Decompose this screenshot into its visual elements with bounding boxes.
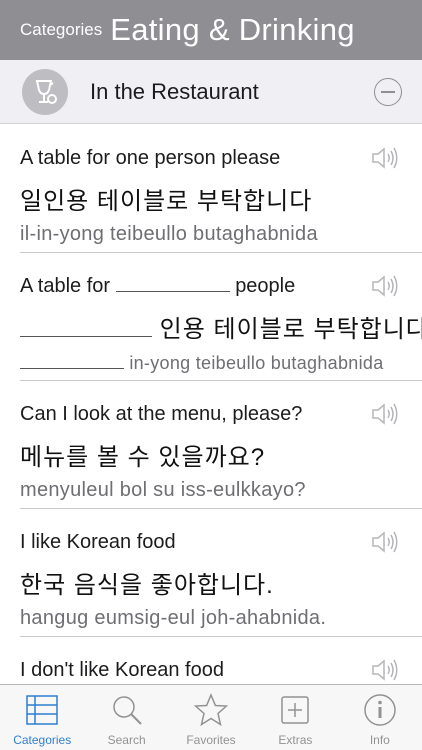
phrase-row[interactable]: A table for people 인용 테이블로 부탁합니다 in-yong… [0, 253, 422, 381]
minus-circle-icon[interactable] [374, 78, 402, 106]
phrase-english: A table for one person please [20, 147, 281, 169]
phrase-korean: 일인용 테이블로 부탁합니다 [20, 188, 313, 215]
plus-square-icon [281, 696, 310, 724]
tab-favorites[interactable]: Favorites [169, 685, 253, 750]
section-label: In the Restaurant [90, 78, 259, 104]
phrase-row[interactable]: I like Korean food 한국 음식을 좋아합니다. hangug … [0, 509, 422, 637]
wine-glass-icon [22, 68, 68, 115]
phrase-row[interactable]: Can I look at the menu, please? 메뉴를 볼 수 … [0, 381, 422, 509]
phrase-list[interactable]: A table for one person please 일인용 테이블로 부… [0, 125, 422, 684]
page-title: Eating & Drinking [110, 12, 355, 47]
tab-label: Categories [13, 733, 72, 747]
phrase-korean: 인용 테이블로 부탁합니다 [20, 309, 422, 344]
tab-extras[interactable]: Extras [253, 685, 337, 750]
phrase-english: Can I look at the menu, please? [20, 403, 303, 425]
phrase-english: A table for people [20, 275, 296, 297]
phrase-romanization: menyuleul bol su iss-eulkkayo? [20, 479, 306, 501]
speaker-icon[interactable] [370, 145, 400, 171]
speaker-icon[interactable] [370, 529, 400, 555]
tab-bar: Categories Search Favorites Extras Info [0, 684, 422, 750]
phrase-romanization: il-in-yong teibeullo butaghabnida [20, 223, 318, 245]
phrase-korean: 메뉴를 볼 수 있을까요? [20, 444, 266, 471]
phrase-romanization: in-yong teibeullo butaghabnida [20, 353, 384, 374]
tab-categories[interactable]: Categories [0, 685, 84, 750]
tab-search[interactable]: Search [84, 685, 168, 750]
categories-back-button[interactable]: Categories [20, 20, 102, 40]
tab-label: Extras [278, 733, 313, 747]
tab-info[interactable]: Info [338, 685, 422, 750]
navigation-bar: Categories Eating & Drinking [0, 0, 422, 60]
phrase-english: I don't like Korean food [20, 659, 224, 681]
speaker-icon[interactable] [370, 401, 400, 427]
star-icon [194, 693, 229, 727]
phrase-row[interactable]: I don't like Korean food [0, 637, 422, 684]
phrase-english: I like Korean food [20, 531, 176, 553]
info-circle-icon [364, 694, 396, 726]
speaker-icon[interactable] [370, 657, 400, 683]
phrase-korean: 한국 음식을 좋아합니다. [20, 572, 274, 599]
phrase-romanization: hangug eumsig-eul joh-ahabnida. [20, 607, 327, 629]
list-icon [26, 695, 58, 725]
magnifier-icon [112, 696, 142, 725]
tab-label: Info [369, 733, 390, 747]
speaker-icon[interactable] [370, 273, 400, 299]
section-header-in-the-restaurant[interactable]: In the Restaurant [0, 60, 422, 124]
tab-label: Favorites [186, 733, 236, 747]
phrase-row[interactable]: A table for one person please 일인용 테이블로 부… [0, 125, 422, 253]
tab-label: Search [107, 733, 146, 747]
